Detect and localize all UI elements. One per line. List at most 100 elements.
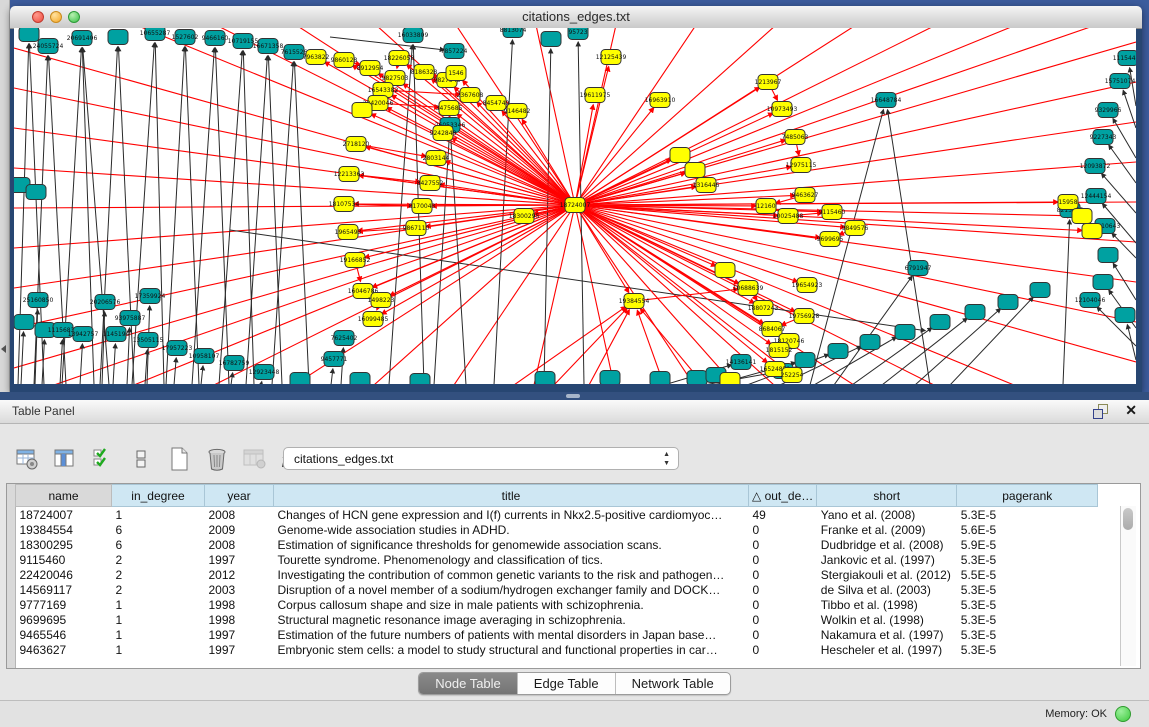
table-cell[interactable]: 5.6E-5 bbox=[957, 522, 1098, 537]
stacked-rows-icon[interactable] bbox=[128, 446, 154, 472]
table-cell[interactable]: 0 bbox=[749, 642, 817, 657]
column-visibility-icon[interactable] bbox=[52, 446, 78, 472]
table-cell[interactable]: 5.3E-5 bbox=[957, 642, 1098, 657]
graph-node[interactable] bbox=[108, 30, 128, 45]
table-cell[interactable]: 1 bbox=[112, 627, 205, 642]
table-cell[interactable]: 1997 bbox=[205, 642, 274, 657]
table-cell[interactable]: 5.5E-5 bbox=[957, 567, 1098, 582]
table-cell[interactable]: 5.3E-5 bbox=[957, 507, 1098, 523]
table-cell[interactable]: 1 bbox=[112, 642, 205, 657]
vertical-scrollbar[interactable] bbox=[1120, 506, 1136, 666]
data-table[interactable]: namein_degreeyeartitle△ out_de…shortpage… bbox=[15, 484, 1098, 657]
tab-network-table[interactable]: Network Table bbox=[616, 673, 730, 694]
graph-node[interactable] bbox=[1093, 275, 1113, 290]
graph-node[interactable] bbox=[1072, 209, 1092, 224]
table-cell[interactable]: de Silva et al. (2003) bbox=[817, 582, 957, 597]
table-cell[interactable]: Tibbo et al. (1998) bbox=[817, 597, 957, 612]
table-cell[interactable]: 14569117 bbox=[16, 582, 112, 597]
table-cell[interactable]: Investigating the contribution of common… bbox=[274, 567, 749, 582]
table-row[interactable]: 969969511998Structural magnetic resonanc… bbox=[16, 612, 1098, 627]
graph-node[interactable] bbox=[895, 325, 915, 340]
table-cell[interactable]: 5.3E-5 bbox=[957, 597, 1098, 612]
table-cell[interactable]: Jankovic et al. (1997) bbox=[817, 552, 957, 567]
table-cell[interactable]: 0 bbox=[749, 597, 817, 612]
graph-node[interactable] bbox=[930, 315, 950, 330]
expand-panel-arrow-icon[interactable] bbox=[1, 345, 6, 353]
table-cell[interactable]: 0 bbox=[749, 582, 817, 597]
table-cell[interactable]: 5.3E-5 bbox=[957, 612, 1098, 627]
table-cell[interactable]: 2 bbox=[112, 582, 205, 597]
tab-node-table[interactable]: Node Table bbox=[419, 673, 518, 694]
table-row[interactable]: 977716911998Corpus callosum shape and si… bbox=[16, 597, 1098, 612]
table-cell[interactable]: Estimation of significance thresholds fo… bbox=[274, 537, 749, 552]
table-row[interactable]: 1938455462009Genome-wide association stu… bbox=[16, 522, 1098, 537]
tab-edge-table[interactable]: Edge Table bbox=[518, 673, 616, 694]
table-cell[interactable]: 19384554 bbox=[16, 522, 112, 537]
graph-node[interactable] bbox=[26, 185, 46, 200]
table-settings-icon[interactable] bbox=[14, 446, 40, 472]
table-cell[interactable]: Genome-wide association studies in ADHD. bbox=[274, 522, 749, 537]
delete-table-icon[interactable] bbox=[204, 446, 230, 472]
graph-node[interactable] bbox=[1030, 283, 1050, 298]
table-cell[interactable]: 5.3E-5 bbox=[957, 582, 1098, 597]
table-selector-dropdown[interactable]: citations_edges.txt ▲▼ bbox=[283, 447, 679, 470]
table-row[interactable]: 946362711997Embryonic stem cells: a mode… bbox=[16, 642, 1098, 657]
table-row[interactable]: 1456911722003Disruption of a novel membe… bbox=[16, 582, 1098, 597]
table-cell[interactable]: 2008 bbox=[205, 537, 274, 552]
graph-node[interactable] bbox=[795, 353, 815, 368]
column-header-name[interactable]: name bbox=[16, 485, 112, 507]
table-cell[interactable]: Structural magnetic resonance image aver… bbox=[274, 612, 749, 627]
table-cell[interactable]: 2003 bbox=[205, 582, 274, 597]
graph-node[interactable] bbox=[828, 344, 848, 359]
table-cell[interactable]: 0 bbox=[749, 627, 817, 642]
table-cell[interactable]: 5.9E-5 bbox=[957, 537, 1098, 552]
table-cell[interactable]: 0 bbox=[749, 612, 817, 627]
table-cell[interactable]: 5.3E-5 bbox=[957, 627, 1098, 642]
table-cell[interactable]: 22420046 bbox=[16, 567, 112, 582]
table-cell[interactable]: 6 bbox=[112, 537, 205, 552]
table-cell[interactable]: 0 bbox=[749, 537, 817, 552]
network-window-titlebar[interactable]: citations_edges.txt bbox=[10, 6, 1142, 29]
table-cell[interactable]: Nakamura et al. (1997) bbox=[817, 627, 957, 642]
graph-node[interactable] bbox=[860, 335, 880, 350]
column-header-year[interactable]: year bbox=[205, 485, 274, 507]
table-cell[interactable]: 18724007 bbox=[16, 507, 112, 523]
table-cell[interactable]: 1997 bbox=[205, 552, 274, 567]
column-header-short[interactable]: short bbox=[817, 485, 957, 507]
table-cell[interactable]: 2 bbox=[112, 567, 205, 582]
table-cell[interactable]: 5.3E-5 bbox=[957, 552, 1098, 567]
graph-node[interactable] bbox=[685, 163, 705, 178]
graph-node[interactable] bbox=[998, 295, 1018, 310]
table-cell[interactable]: Disruption of a novel member of a sodium… bbox=[274, 582, 749, 597]
table-row[interactable]: 1872400712008Changes of HCN gene express… bbox=[16, 507, 1098, 523]
table-cell[interactable]: 9699695 bbox=[16, 612, 112, 627]
graph-node[interactable] bbox=[350, 373, 370, 385]
table-cell[interactable]: Stergiakouli et al. (2012) bbox=[817, 567, 957, 582]
table-cell[interactable]: 9463627 bbox=[16, 642, 112, 657]
table-cell[interactable]: 0 bbox=[749, 552, 817, 567]
column-header-in_degree[interactable]: in_degree bbox=[112, 485, 205, 507]
divider-grip-icon[interactable] bbox=[566, 394, 580, 398]
table-row[interactable]: 946554611997Estimation of the future num… bbox=[16, 627, 1098, 642]
table-cell[interactable]: 1997 bbox=[205, 627, 274, 642]
control-panel-collapsed-strip[interactable] bbox=[0, 0, 10, 394]
table-cell[interactable]: Estimation of the future numbers of pati… bbox=[274, 627, 749, 642]
table-cell[interactable]: 2009 bbox=[205, 522, 274, 537]
graph-node[interactable] bbox=[715, 263, 735, 278]
graph-node[interactable] bbox=[965, 305, 985, 320]
table-row[interactable]: 1830029562008Estimation of significance … bbox=[16, 537, 1098, 552]
table-cell[interactable]: Embryonic stem cells: a model to study s… bbox=[274, 642, 749, 657]
network-graph-canvas[interactable]: 2405572420691406106552871527602946616010… bbox=[14, 28, 1136, 384]
table-cell[interactable]: 2012 bbox=[205, 567, 274, 582]
table-cell[interactable]: 1998 bbox=[205, 597, 274, 612]
graph-node[interactable] bbox=[600, 371, 620, 385]
split-divider[interactable] bbox=[0, 392, 1149, 400]
table-cell[interactable]: 18300295 bbox=[16, 537, 112, 552]
graph-node[interactable] bbox=[352, 103, 372, 118]
column-header-title[interactable]: title bbox=[274, 485, 749, 507]
new-table-icon[interactable] bbox=[166, 446, 192, 472]
table-cell[interactable]: 6 bbox=[112, 522, 205, 537]
table-row[interactable]: 2242004622012Investigating the contribut… bbox=[16, 567, 1098, 582]
scrollbar-thumb[interactable] bbox=[1123, 508, 1133, 530]
float-panel-icon[interactable] bbox=[1093, 404, 1109, 418]
